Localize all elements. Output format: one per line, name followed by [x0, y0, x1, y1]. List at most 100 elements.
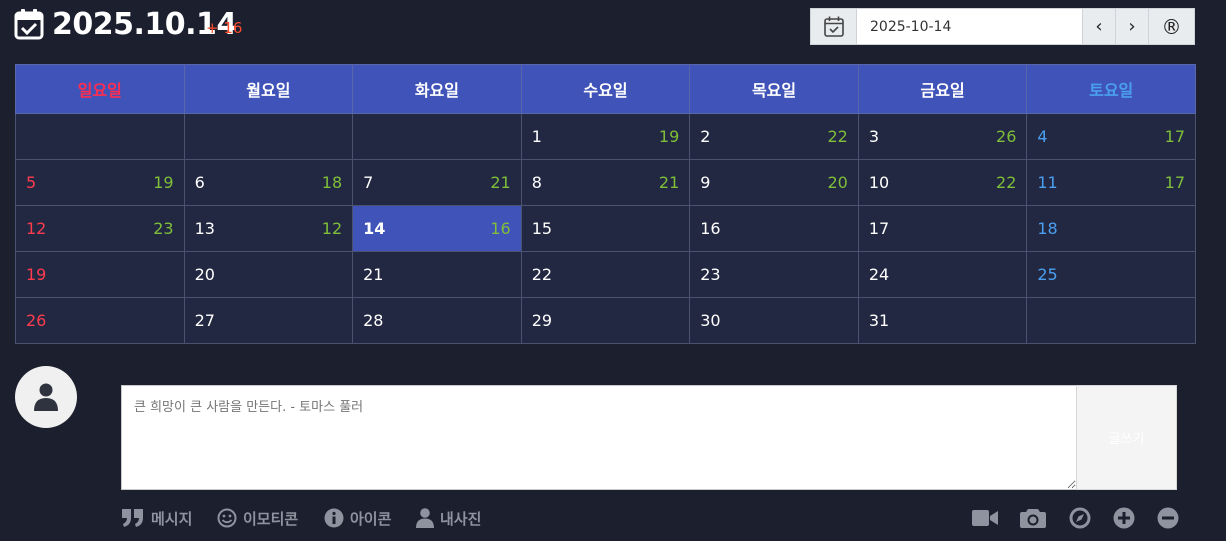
day-number: 15	[531, 219, 553, 238]
day-number: 7	[363, 173, 374, 192]
weekday-saturday: 토요일	[1026, 64, 1196, 114]
calendar-day-cell[interactable]: 1 19	[520, 113, 691, 160]
calendar-day-cell[interactable]: 13 12	[183, 205, 354, 252]
calendar-week-row: 5 19 6 18 7 21 8 21 9 20 10 22 11 17	[15, 159, 1196, 206]
calendar-day-cell[interactable]: 18	[1026, 205, 1196, 252]
calendar-week-row: 12 23 13 12 14 16 15 16 17 18	[15, 205, 1196, 252]
message-box	[121, 385, 1077, 490]
weekday-friday: 금요일	[857, 64, 1028, 114]
day-number: 31	[868, 311, 890, 330]
day-number: 13	[194, 219, 215, 238]
calendar-week-row: 19 20 21 22 23 24 25	[15, 251, 1196, 298]
smile-icon	[217, 508, 237, 528]
minus-circle-icon	[1157, 507, 1179, 529]
calendar-day-cell[interactable]: 23	[689, 251, 859, 298]
calendar-day-cell[interactable]: 3 26	[857, 113, 1028, 160]
date-post-count: + 16	[206, 19, 243, 37]
calendar-day-cell[interactable]: 6 18	[183, 159, 354, 206]
calendar-day-cell[interactable]: 21	[352, 251, 522, 298]
calendar-day-cell[interactable]: 12 23	[15, 205, 185, 252]
prev-day-button[interactable]: ‹	[1082, 9, 1115, 44]
calendar-week-row: 1 19 2 22 3 26 4 17	[15, 113, 1196, 160]
day-number: 24	[868, 265, 890, 284]
calendar-day-cell	[1026, 297, 1196, 344]
calendar-day-cell[interactable]: 10 22	[857, 159, 1028, 206]
chevron-right-icon: ›	[1128, 16, 1136, 37]
day-number: 11	[1037, 173, 1058, 192]
calendar-day-cell[interactable]: 27	[183, 297, 354, 344]
date-picker-button[interactable]	[811, 9, 857, 44]
video-button[interactable]	[972, 506, 998, 530]
day-number: 29	[531, 311, 553, 330]
calendar-day-cell[interactable]: 14 16	[352, 205, 522, 252]
icon-tool[interactable]: 아이콘	[324, 506, 391, 530]
calendar-check-icon	[14, 8, 44, 40]
weekday-wednesday: 수요일	[520, 64, 691, 114]
camera-icon	[1020, 509, 1046, 528]
calendar-day-cell[interactable]: 2 22	[689, 113, 859, 160]
calendar-day-cell[interactable]: 29	[520, 297, 691, 344]
weekday-sunday: 일요일	[15, 64, 185, 114]
calendar-day-cell[interactable]: 26	[15, 297, 185, 344]
calendar-day-cell[interactable]: 17	[857, 205, 1028, 252]
day-post-count: 20	[827, 173, 848, 192]
calendar-day-cell[interactable]: 11 17	[1026, 159, 1196, 206]
add-button[interactable]	[1111, 506, 1137, 530]
calendar-day-cell[interactable]: 30	[689, 297, 859, 344]
calendar-day-cell[interactable]: 9 20	[689, 159, 859, 206]
calendar-icon	[823, 16, 844, 37]
day-post-count: 26	[996, 127, 1017, 146]
day-number: 25	[1037, 265, 1058, 284]
my-photo-tool[interactable]: 내사진	[416, 506, 481, 530]
compass-icon	[1069, 507, 1091, 529]
quote-icon	[122, 509, 143, 527]
day-number: 26	[26, 311, 47, 330]
calendar-day-cell[interactable]: 16	[689, 205, 859, 252]
calendar-day-cell[interactable]: 15	[520, 205, 691, 252]
calendar-day-cell[interactable]: 22	[520, 251, 691, 298]
weekday-monday: 월요일	[183, 64, 354, 114]
message-input[interactable]	[122, 386, 1076, 489]
weekday-tuesday: 화요일	[352, 64, 522, 114]
day-post-count: 22	[827, 127, 848, 146]
my-photo-tool-label: 내사진	[440, 509, 482, 528]
calendar-day-cell[interactable]: 7 21	[352, 159, 522, 206]
day-post-count: 22	[996, 173, 1017, 192]
emoticon-tool[interactable]: 이모티콘	[217, 506, 298, 530]
day-number: 9	[700, 173, 711, 192]
camera-button[interactable]	[1020, 506, 1046, 530]
calendar-day-cell[interactable]: 28	[352, 297, 522, 344]
calendar-day-cell[interactable]: 4 17	[1026, 113, 1196, 160]
day-number: 17	[868, 219, 890, 238]
calendar-day-cell	[15, 113, 185, 160]
user-icon	[34, 383, 58, 411]
date-input[interactable]	[857, 9, 1082, 44]
emoticon-tool-label: 이모티콘	[243, 509, 299, 528]
day-number: 5	[26, 173, 37, 192]
calendar-day-cell[interactable]: 24	[857, 251, 1028, 298]
calendar-day-cell[interactable]: 19	[15, 251, 185, 298]
day-post-count: 17	[1164, 127, 1185, 146]
calendar-day-cell[interactable]: 31	[857, 297, 1028, 344]
calendar-day-cell[interactable]: 20	[183, 251, 354, 298]
remove-button[interactable]	[1155, 506, 1181, 530]
day-number: 28	[363, 311, 384, 330]
calendar-day-cell[interactable]: 25	[1026, 251, 1196, 298]
day-number: 1	[531, 127, 542, 146]
avatar[interactable]	[15, 366, 77, 428]
calendar-day-cell[interactable]: 8 21	[520, 159, 691, 206]
day-number: 14	[363, 219, 386, 238]
calendar-table: 일요일 월요일 화요일 수요일 목요일 금요일 토요일 1 19 2 22 3 26 4 17…	[15, 64, 1196, 344]
compass-button[interactable]	[1067, 506, 1093, 530]
message-tool[interactable]: 메시지	[121, 506, 192, 530]
day-number: 4	[1037, 127, 1048, 146]
chevron-left-icon: ‹	[1095, 16, 1103, 37]
day-post-count: 21	[658, 173, 680, 192]
day-number: 19	[26, 265, 47, 284]
reset-date-button[interactable]: ®	[1148, 9, 1194, 44]
calendar-day-cell[interactable]: 5 19	[15, 159, 185, 206]
day-number: 22	[531, 265, 553, 284]
next-day-button[interactable]: ›	[1115, 9, 1148, 44]
send-button[interactable]: 글쓰기	[1076, 385, 1177, 490]
day-number: 30	[700, 311, 721, 330]
